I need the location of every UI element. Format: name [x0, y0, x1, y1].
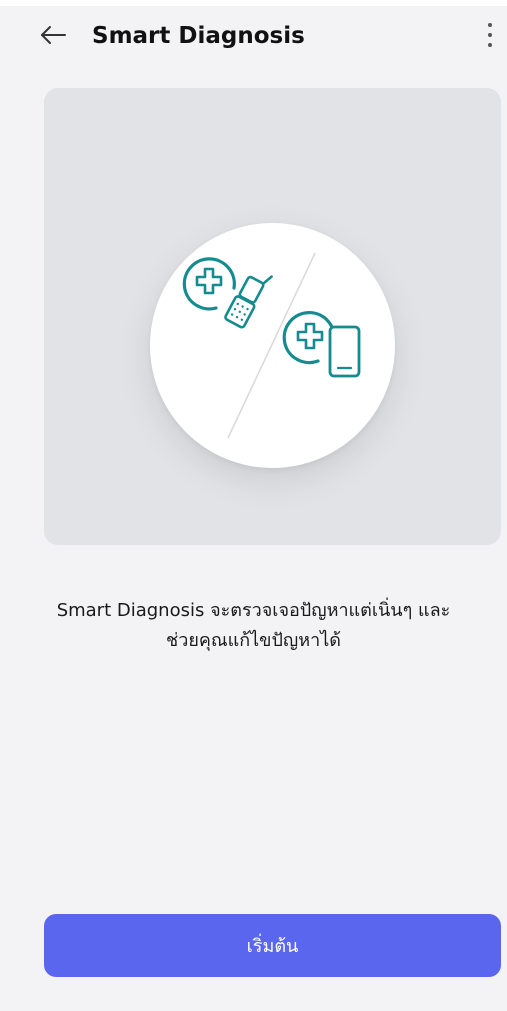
back-button[interactable] [36, 20, 70, 54]
medical-plus-flip-phone-icon [182, 257, 273, 329]
description-text: Smart Diagnosis จะตรวจเจอปัญหาแต่เนิ่นๆ … [30, 596, 477, 656]
hero-illustration-card [44, 88, 501, 545]
medical-plus-smartphone-icon [282, 311, 361, 378]
start-button[interactable]: เริ่มต้น [44, 914, 501, 977]
description-line-1: Smart Diagnosis จะตรวจเจอปัญหาแต่เนิ่นๆ … [56, 600, 451, 621]
divider-line [227, 252, 316, 439]
hero-circle [150, 223, 395, 468]
more-vertical-icon [487, 22, 493, 52]
more-options-button[interactable] [476, 20, 504, 54]
arrow-left-icon [39, 25, 67, 49]
page-title: Smart Diagnosis [92, 23, 305, 49]
description-line-2: ช่วยคุณแก้ไขปัญหาได้ [166, 630, 341, 651]
app-header: Smart Diagnosis [0, 6, 507, 68]
